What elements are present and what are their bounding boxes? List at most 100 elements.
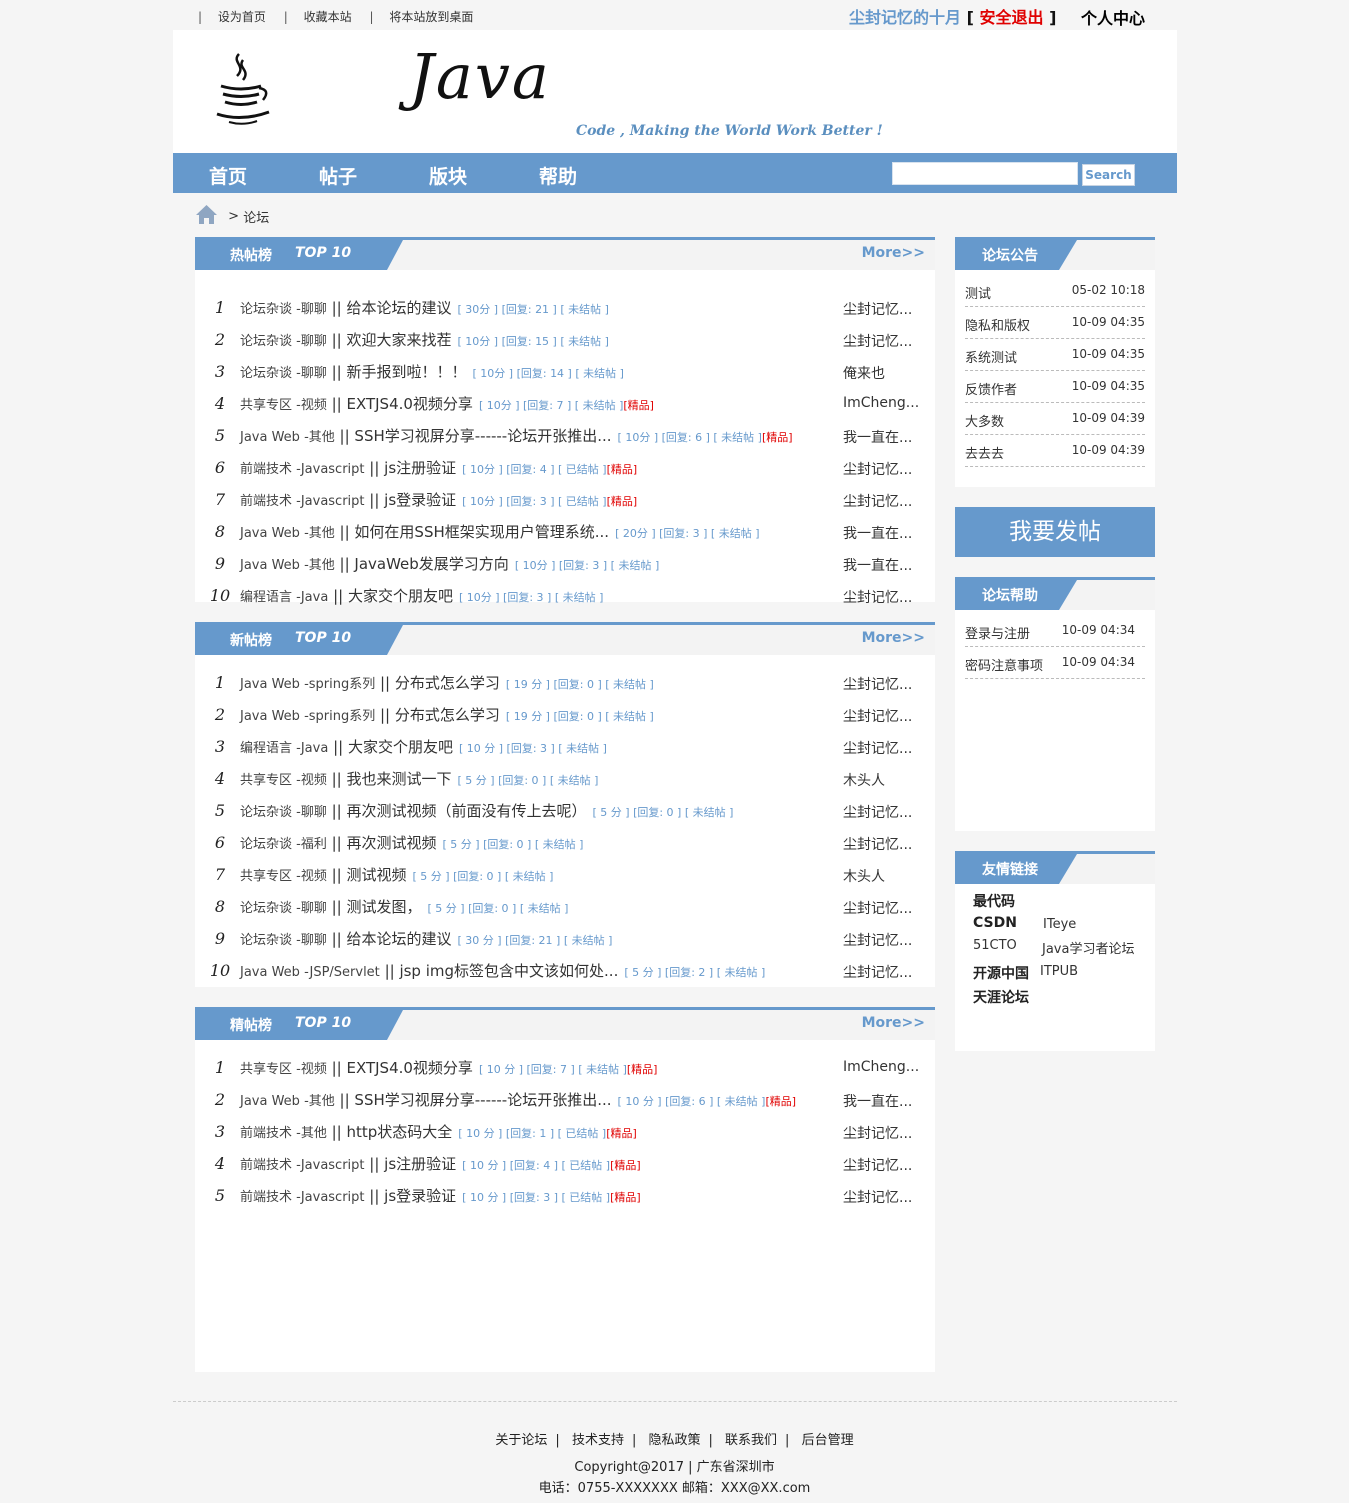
- post-row[interactable]: 2 Java Web -其他 || SSH学习视屏分享------论坛开张推出..…: [195, 1084, 935, 1116]
- post-row[interactable]: 5 Java Web -其他 || SSH学习视屏分享------论坛开张推出..…: [195, 420, 935, 452]
- post-author[interactable]: 尘封记忆...: [843, 898, 912, 918]
- nav-home[interactable]: 首页: [209, 162, 247, 189]
- post-title-text[interactable]: JavaWeb发展学习方向: [354, 555, 508, 573]
- post-title[interactable]: Java Web -其他 || SSH学习视屏分享------论坛开张推出...…: [240, 425, 793, 446]
- post-title-text[interactable]: 新手报到啦！！！: [346, 363, 466, 381]
- post-row[interactable]: 3 前端技术 -其他 || http状态码大全[ 10 分 ] [回复: 1 ] …: [195, 1116, 935, 1148]
- post-title[interactable]: 论坛杂谈 -聊聊 || 给本论坛的建议[ 30分 ] [回复: 21 ] [ 未…: [240, 297, 609, 318]
- post-title-text[interactable]: js注册验证: [384, 459, 456, 477]
- desktop-shortcut-link[interactable]: 将本站放到桌面: [389, 10, 473, 24]
- post-title-text[interactable]: EXTJS4.0视频分享: [346, 395, 472, 413]
- post-title-text[interactable]: jsp img标签包含中文该如何处...: [399, 962, 618, 980]
- help-item[interactable]: 密码注意事项 10-09 04:34: [965, 647, 1145, 679]
- post-author[interactable]: 我一直在...: [843, 1091, 912, 1111]
- post-row[interactable]: 2 Java Web -spring系列 || 分布式怎么学习[ 19 分 ] […: [195, 699, 935, 731]
- post-title-text[interactable]: http状态码大全: [346, 1123, 452, 1141]
- post-title-text[interactable]: 分布式怎么学习: [395, 674, 500, 692]
- search-button[interactable]: Search: [1082, 164, 1135, 186]
- bookmark-link[interactable]: 收藏本站: [304, 10, 352, 24]
- post-title[interactable]: 前端技术 -Javascript || js注册验证[ 10分 ] [回复: 4…: [240, 457, 637, 478]
- post-title-text[interactable]: js注册验证: [384, 1155, 456, 1173]
- more-link[interactable]: More>>: [862, 245, 925, 261]
- search-input[interactable]: [892, 162, 1078, 185]
- footer-link-privacy[interactable]: 隐私政策: [648, 1433, 700, 1448]
- post-row[interactable]: 4 共享专区 -视频 || 我也来测试一下[ 5 分 ] [回复: 0 ] [ 未…: [195, 763, 935, 795]
- notice-item[interactable]: 测试 05-02 10:18: [965, 275, 1145, 307]
- post-title-text[interactable]: 欢迎大家来找茬: [346, 331, 451, 349]
- new-post-button[interactable]: 我要发帖: [955, 507, 1155, 557]
- friend-link[interactable]: 开源中国: [973, 963, 1029, 983]
- footer-link-about[interactable]: 关于论坛: [495, 1433, 547, 1448]
- post-category[interactable]: Java Web -其他: [240, 526, 335, 541]
- set-homepage-link[interactable]: 设为首页: [218, 10, 266, 24]
- post-author[interactable]: 尘封记忆...: [843, 738, 912, 758]
- post-author[interactable]: 木头人: [843, 770, 885, 790]
- friend-link[interactable]: 51CTO: [973, 938, 1017, 953]
- post-title-text[interactable]: 给本论坛的建议: [346, 930, 451, 948]
- post-title-text[interactable]: SSH学习视屏分享------论坛开张推出...: [354, 427, 611, 445]
- friend-link[interactable]: ITPUB: [1040, 964, 1078, 979]
- post-category[interactable]: 共享专区 -视频: [240, 398, 327, 413]
- logout-link[interactable]: 安全退出: [979, 8, 1043, 27]
- post-author[interactable]: 尘封记忆...: [843, 459, 912, 479]
- post-title-text[interactable]: 分布式怎么学习: [395, 706, 500, 724]
- post-category[interactable]: 编程语言 -Java: [240, 590, 328, 605]
- post-author[interactable]: 尘封记忆...: [843, 706, 912, 726]
- post-title-text[interactable]: 测试发图，: [346, 898, 421, 916]
- home-icon[interactable]: [195, 204, 218, 229]
- post-row[interactable]: 2 论坛杂谈 -聊聊 || 欢迎大家来找茬[ 10分 ] [回复: 15 ] [ …: [195, 324, 935, 356]
- post-title-text[interactable]: 测试视频: [346, 866, 406, 884]
- post-title[interactable]: 论坛杂谈 -聊聊 || 给本论坛的建议[ 30 分 ] [回复: 21 ] [ …: [240, 928, 612, 949]
- post-author[interactable]: ImCheng...: [843, 395, 919, 411]
- post-category[interactable]: 论坛杂谈 -聊聊: [240, 366, 327, 381]
- post-category[interactable]: 论坛杂谈 -聊聊: [240, 901, 327, 916]
- post-author[interactable]: 我一直在...: [843, 523, 912, 543]
- post-author[interactable]: 我一直在...: [843, 427, 912, 447]
- post-category[interactable]: 前端技术 -Javascript: [240, 494, 365, 509]
- friend-link[interactable]: ITeye: [1043, 917, 1076, 932]
- friend-link[interactable]: Java学习者论坛: [1042, 938, 1134, 957]
- post-title[interactable]: 编程语言 -Java || 大家交个朋友吧[ 10分 ] [回复: 3 ] [ …: [240, 585, 603, 606]
- post-row[interactable]: 9 论坛杂谈 -聊聊 || 给本论坛的建议[ 30 分 ] [回复: 21 ] […: [195, 923, 935, 955]
- post-row[interactable]: 9 Java Web -其他 || JavaWeb发展学习方向[ 10分 ] [回…: [195, 548, 935, 580]
- friend-link[interactable]: CSDN: [973, 915, 1017, 931]
- post-title[interactable]: 论坛杂谈 -聊聊 || 欢迎大家来找茬[ 10分 ] [回复: 15 ] [ 未…: [240, 329, 609, 350]
- nav-help[interactable]: 帮助: [539, 162, 577, 189]
- post-title[interactable]: Java Web -spring系列 || 分布式怎么学习[ 19 分 ] [回…: [240, 704, 654, 725]
- post-category[interactable]: Java Web -spring系列: [240, 677, 375, 692]
- post-row[interactable]: 7 前端技术 -Javascript || js登录验证[ 10分 ] [回复: …: [195, 484, 935, 516]
- post-title[interactable]: 前端技术 -Javascript || js注册验证[ 10 分 ] [回复: …: [240, 1153, 641, 1174]
- post-author[interactable]: 尘封记忆...: [843, 587, 912, 607]
- post-title[interactable]: Java Web -JSP/Servlet || jsp img标签包含中文该如…: [240, 960, 765, 981]
- post-category[interactable]: Java Web -spring系列: [240, 709, 375, 724]
- post-category[interactable]: 前端技术 -Javascript: [240, 462, 365, 477]
- footer-link-admin[interactable]: 后台管理: [802, 1433, 854, 1448]
- post-row[interactable]: 6 论坛杂谈 -福利 || 再次测试视频[ 5 分 ] [回复: 0 ] [ 未结…: [195, 827, 935, 859]
- post-row[interactable]: 10 编程语言 -Java || 大家交个朋友吧[ 10分 ] [回复: 3 ] …: [195, 580, 935, 612]
- post-title[interactable]: 前端技术 -其他 || http状态码大全[ 10 分 ] [回复: 1 ] […: [240, 1121, 637, 1142]
- help-item[interactable]: 登录与注册 10-09 04:34: [965, 615, 1145, 647]
- post-title-text[interactable]: EXTJS4.0视频分享: [346, 1059, 472, 1077]
- post-title-text[interactable]: 再次测试视频: [346, 834, 436, 852]
- post-author[interactable]: 俺来也: [843, 363, 885, 383]
- post-author[interactable]: 我一直在...: [843, 555, 912, 575]
- post-author[interactable]: 尘封记忆...: [843, 331, 912, 351]
- post-title-text[interactable]: 如何在用SSH框架实现用户管理系统...: [354, 523, 609, 541]
- post-row[interactable]: 4 前端技术 -Javascript || js注册验证[ 10 分 ] [回复:…: [195, 1148, 935, 1180]
- post-title[interactable]: 论坛杂谈 -福利 || 再次测试视频[ 5 分 ] [回复: 0 ] [ 未结帖…: [240, 832, 583, 853]
- post-row[interactable]: 3 编程语言 -Java || 大家交个朋友吧[ 10 分 ] [回复: 3 ] …: [195, 731, 935, 763]
- post-category[interactable]: Java Web -其他: [240, 430, 335, 445]
- more-link[interactable]: More>>: [862, 1015, 925, 1031]
- post-title-text[interactable]: 大家交个朋友吧: [348, 587, 453, 605]
- post-author[interactable]: ImCheng...: [843, 1059, 919, 1075]
- post-row[interactable]: 8 Java Web -其他 || 如何在用SSH框架实现用户管理系统...[ 2…: [195, 516, 935, 548]
- post-category[interactable]: 编程语言 -Java: [240, 741, 328, 756]
- post-title[interactable]: 共享专区 -视频 || EXTJS4.0视频分享[ 10 分 ] [回复: 7 …: [240, 1057, 657, 1078]
- post-author[interactable]: 尘封记忆...: [843, 962, 912, 982]
- notice-item[interactable]: 反馈作者 10-09 04:35: [965, 371, 1145, 403]
- post-author[interactable]: 尘封记忆...: [843, 1123, 912, 1143]
- post-title-text[interactable]: SSH学习视屏分享------论坛开张推出...: [354, 1091, 611, 1109]
- post-category[interactable]: Java Web -其他: [240, 558, 335, 573]
- post-row[interactable]: 3 论坛杂谈 -聊聊 || 新手报到啦！！！[ 10分 ] [回复: 14 ] […: [195, 356, 935, 388]
- post-row[interactable]: 7 共享专区 -视频 || 测试视频[ 5 分 ] [回复: 0 ] [ 未结帖 …: [195, 859, 935, 891]
